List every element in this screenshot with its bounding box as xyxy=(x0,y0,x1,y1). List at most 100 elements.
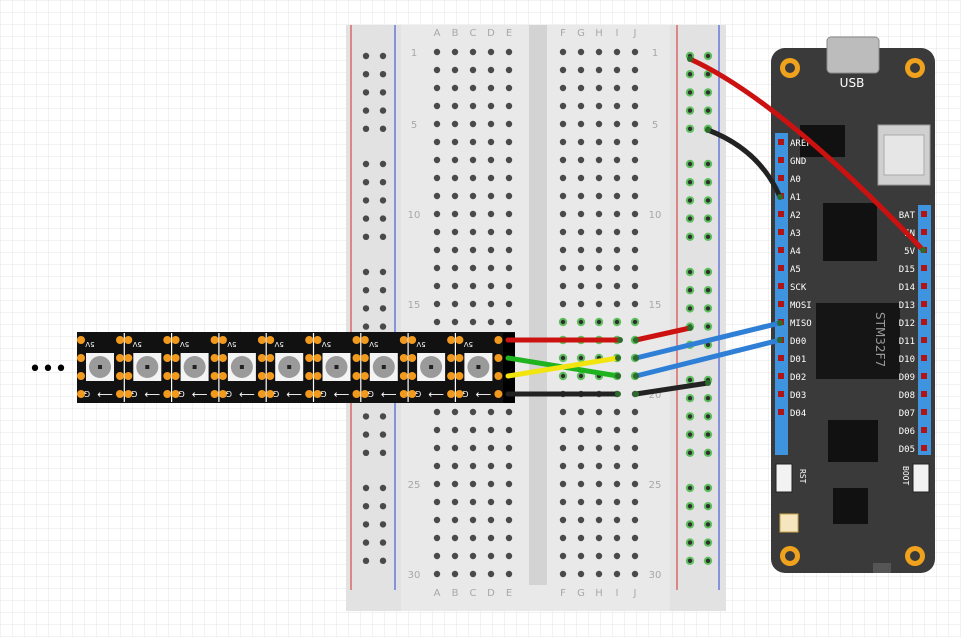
breadboard-hole xyxy=(433,210,441,218)
strip-pad xyxy=(171,390,180,398)
breadboard-hole xyxy=(559,426,567,434)
right-power-rail xyxy=(670,25,726,611)
breadboard-hole xyxy=(487,120,495,128)
row-number: 25 xyxy=(649,480,662,491)
left-power-rail xyxy=(346,25,401,611)
left-pin-label: GND xyxy=(790,157,806,167)
pad-label-5v: 5V xyxy=(274,340,283,348)
breadboard-hole xyxy=(613,174,621,182)
breadboard-hole xyxy=(613,84,621,92)
breadboard-hole xyxy=(505,480,513,488)
breadboard-hole xyxy=(505,516,513,524)
breadboard-hole xyxy=(595,408,603,416)
rail-hole-center xyxy=(687,432,693,437)
breadboard-hole xyxy=(487,102,495,110)
wire-end xyxy=(777,320,783,326)
pad-label-5v: 5V xyxy=(369,340,378,348)
breadboard-hole xyxy=(433,462,441,470)
strip-pad xyxy=(266,390,275,398)
breadboard-hole xyxy=(631,444,639,452)
rail-hole-center xyxy=(687,288,693,293)
breadboard-hole xyxy=(451,138,459,146)
rail-hole-center xyxy=(705,485,711,491)
strip-pad xyxy=(313,390,322,398)
breadboard-hole-center xyxy=(560,355,566,361)
breadboard-hole xyxy=(559,300,567,308)
breadboard-hole-center xyxy=(632,319,638,325)
rail-hole xyxy=(362,323,370,330)
breadboard-hole xyxy=(433,426,441,434)
rail-hole-center xyxy=(687,72,693,77)
rail-hole-center xyxy=(705,522,711,527)
sd-card-inner xyxy=(883,134,925,176)
breadboard-hole xyxy=(505,120,513,128)
breadboard-hole xyxy=(469,498,477,506)
left-pin-label: A5 xyxy=(790,265,801,275)
rail-hole-center xyxy=(687,540,693,545)
column-label: I xyxy=(616,28,619,39)
breadboard-hole xyxy=(559,48,567,56)
breadboard-hole xyxy=(487,300,495,308)
breadboard-hole xyxy=(559,462,567,470)
breadboard-hole-center xyxy=(578,373,584,379)
rail-hole xyxy=(379,179,387,186)
strip-pad xyxy=(447,354,456,362)
breadboard-hole xyxy=(559,246,567,254)
breadboard-hole xyxy=(559,102,567,110)
column-label: E xyxy=(506,28,512,39)
breadboard-hole xyxy=(595,210,603,218)
rail-hole xyxy=(362,215,370,222)
strip-pad xyxy=(210,390,219,398)
reset-button[interactable] xyxy=(775,463,793,493)
column-label: J xyxy=(633,588,637,599)
breadboard-hole xyxy=(451,498,459,506)
breadboard-hole xyxy=(433,192,441,200)
wire-end xyxy=(777,337,783,343)
breadboard-hole xyxy=(433,570,441,578)
breadboard-hole xyxy=(469,156,477,164)
breadboard-hole xyxy=(559,552,567,560)
breadboard-hole xyxy=(487,426,495,434)
breadboard-hole xyxy=(487,174,495,182)
strip-pad xyxy=(77,354,85,362)
rail-hole xyxy=(379,107,387,114)
breadboard-hole xyxy=(505,228,513,236)
breadboard-hole xyxy=(559,192,567,200)
rail-hole xyxy=(362,449,370,456)
strip-pad xyxy=(77,336,85,344)
rail-hole xyxy=(379,323,387,330)
breadboard-hole xyxy=(631,300,639,308)
column-label: B xyxy=(452,588,459,599)
rail-hole-center xyxy=(705,306,711,311)
strip-pad xyxy=(124,390,133,398)
rail-hole-center xyxy=(687,558,693,563)
strip-pad xyxy=(408,336,417,344)
breadboard-hole xyxy=(433,120,441,128)
rail-hole-center xyxy=(687,108,693,113)
breadboard-hole xyxy=(595,480,603,488)
small-chip xyxy=(828,420,878,462)
breadboard-hole xyxy=(577,426,585,434)
rail-hole xyxy=(379,503,387,510)
breadboard-hole xyxy=(577,156,585,164)
row-number: 25 xyxy=(408,480,421,491)
strip-pad xyxy=(313,336,322,344)
rail-hole xyxy=(379,413,387,420)
breadboard-hole xyxy=(577,192,585,200)
breadboard-hole xyxy=(487,48,495,56)
rail-hole-center xyxy=(687,414,693,419)
breadboard-hole xyxy=(487,498,495,506)
boot-button[interactable] xyxy=(912,463,930,493)
breadboard-hole xyxy=(433,48,441,56)
direction-arrow: ⟵ xyxy=(97,388,113,401)
breadboard-hole xyxy=(487,264,495,272)
rail-hole-center xyxy=(705,540,711,545)
rail-hole xyxy=(379,233,387,240)
left-pin xyxy=(778,265,784,271)
strip-pad xyxy=(116,354,124,362)
rail-hole-center xyxy=(705,558,711,563)
breadboard-hole xyxy=(595,426,603,434)
strip-pad xyxy=(163,336,172,344)
breadboard-hole xyxy=(631,534,639,542)
breadboard-hole xyxy=(577,246,585,254)
